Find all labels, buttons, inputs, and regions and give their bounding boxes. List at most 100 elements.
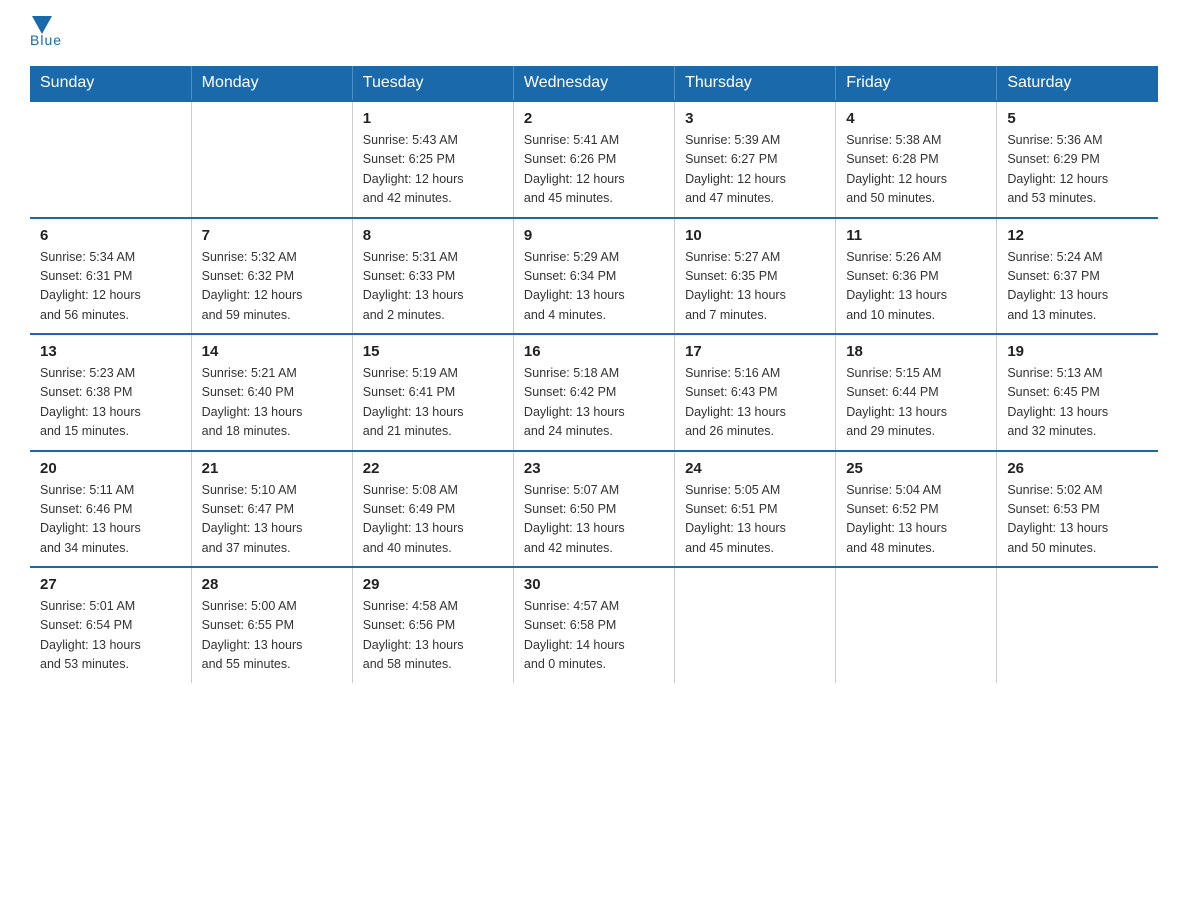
day-number: 20 [40, 460, 181, 477]
calendar-cell: 30 Sunrise: 4:57 AM Sunset: 6:58 PM Dayli… [513, 567, 674, 683]
day-number: 9 [524, 227, 664, 244]
calendar-week-row: 27 Sunrise: 5:01 AM Sunset: 6:54 PM Dayli… [30, 567, 1158, 683]
day-number: 17 [685, 343, 825, 360]
weekday-header-row: SundayMondayTuesdayWednesdayThursdayFrid… [30, 66, 1158, 101]
calendar-cell: 14 Sunrise: 5:21 AM Sunset: 6:40 PM Dayli… [191, 334, 352, 451]
day-number: 19 [1007, 343, 1148, 360]
day-number: 3 [685, 110, 825, 127]
day-info: Sunrise: 5:05 AM Sunset: 6:51 PM Dayligh… [685, 481, 825, 559]
weekday-header-wednesday: Wednesday [513, 66, 674, 101]
day-info: Sunrise: 5:34 AM Sunset: 6:31 PM Dayligh… [40, 248, 181, 326]
day-number: 22 [363, 460, 503, 477]
day-info: Sunrise: 4:58 AM Sunset: 6:56 PM Dayligh… [363, 597, 503, 675]
calendar-cell: 20 Sunrise: 5:11 AM Sunset: 6:46 PM Dayli… [30, 451, 191, 568]
day-number: 11 [846, 227, 986, 244]
calendar-cell: 10 Sunrise: 5:27 AM Sunset: 6:35 PM Dayli… [675, 218, 836, 335]
day-number: 14 [202, 343, 342, 360]
calendar-cell: 19 Sunrise: 5:13 AM Sunset: 6:45 PM Dayli… [997, 334, 1158, 451]
calendar-cell: 8 Sunrise: 5:31 AM Sunset: 6:33 PM Daylig… [352, 218, 513, 335]
day-info: Sunrise: 5:18 AM Sunset: 6:42 PM Dayligh… [524, 364, 664, 442]
weekday-header-tuesday: Tuesday [352, 66, 513, 101]
day-number: 21 [202, 460, 342, 477]
calendar-cell [997, 567, 1158, 683]
day-info: Sunrise: 5:10 AM Sunset: 6:47 PM Dayligh… [202, 481, 342, 559]
calendar-cell: 6 Sunrise: 5:34 AM Sunset: 6:31 PM Daylig… [30, 218, 191, 335]
calendar-week-row: 20 Sunrise: 5:11 AM Sunset: 6:46 PM Dayli… [30, 451, 1158, 568]
calendar-cell: 11 Sunrise: 5:26 AM Sunset: 6:36 PM Dayli… [836, 218, 997, 335]
day-info: Sunrise: 5:15 AM Sunset: 6:44 PM Dayligh… [846, 364, 986, 442]
day-number: 1 [363, 110, 503, 127]
day-info: Sunrise: 5:01 AM Sunset: 6:54 PM Dayligh… [40, 597, 181, 675]
calendar-cell: 1Sunrise: 5:43 AM Sunset: 6:25 PM Daylig… [352, 101, 513, 218]
calendar-cell: 22 Sunrise: 5:08 AM Sunset: 6:49 PM Dayli… [352, 451, 513, 568]
day-number: 12 [1007, 227, 1148, 244]
calendar-cell: 23Sunrise: 5:07 AM Sunset: 6:50 PM Dayli… [513, 451, 674, 568]
calendar-cell [836, 567, 997, 683]
calendar-cell: 25Sunrise: 5:04 AM Sunset: 6:52 PM Dayli… [836, 451, 997, 568]
day-info: Sunrise: 5:27 AM Sunset: 6:35 PM Dayligh… [685, 248, 825, 326]
day-number: 5 [1007, 110, 1148, 127]
calendar-cell: 18 Sunrise: 5:15 AM Sunset: 6:44 PM Dayli… [836, 334, 997, 451]
day-info: Sunrise: 5:26 AM Sunset: 6:36 PM Dayligh… [846, 248, 986, 326]
day-number: 2 [524, 110, 664, 127]
logo-subtitle: Blue [30, 32, 62, 48]
calendar-week-row: 1Sunrise: 5:43 AM Sunset: 6:25 PM Daylig… [30, 101, 1158, 218]
day-number: 4 [846, 110, 986, 127]
day-info: Sunrise: 5:38 AM Sunset: 6:28 PM Dayligh… [846, 131, 986, 209]
calendar-cell: 7Sunrise: 5:32 AM Sunset: 6:32 PM Daylig… [191, 218, 352, 335]
day-number: 8 [363, 227, 503, 244]
calendar-cell: 24 Sunrise: 5:05 AM Sunset: 6:51 PM Dayli… [675, 451, 836, 568]
day-info: Sunrise: 5:07 AM Sunset: 6:50 PM Dayligh… [524, 481, 664, 559]
day-number: 26 [1007, 460, 1148, 477]
day-number: 27 [40, 576, 181, 593]
day-info: Sunrise: 5:29 AM Sunset: 6:34 PM Dayligh… [524, 248, 664, 326]
calendar-cell [30, 101, 191, 218]
calendar-cell: 27 Sunrise: 5:01 AM Sunset: 6:54 PM Dayli… [30, 567, 191, 683]
calendar-cell: 16 Sunrise: 5:18 AM Sunset: 6:42 PM Dayli… [513, 334, 674, 451]
day-info: Sunrise: 5:19 AM Sunset: 6:41 PM Dayligh… [363, 364, 503, 442]
weekday-header-thursday: Thursday [675, 66, 836, 101]
day-info: Sunrise: 5:13 AM Sunset: 6:45 PM Dayligh… [1007, 364, 1148, 442]
calendar-cell: 29 Sunrise: 4:58 AM Sunset: 6:56 PM Dayli… [352, 567, 513, 683]
page-header: Blue [30, 20, 1158, 48]
day-number: 30 [524, 576, 664, 593]
day-number: 10 [685, 227, 825, 244]
day-number: 6 [40, 227, 181, 244]
day-info: Sunrise: 5:24 AM Sunset: 6:37 PM Dayligh… [1007, 248, 1148, 326]
day-info: Sunrise: 5:39 AM Sunset: 6:27 PM Dayligh… [685, 131, 825, 209]
day-info: Sunrise: 5:32 AM Sunset: 6:32 PM Dayligh… [202, 248, 342, 326]
day-number: 16 [524, 343, 664, 360]
day-info: Sunrise: 5:21 AM Sunset: 6:40 PM Dayligh… [202, 364, 342, 442]
day-info: Sunrise: 5:04 AM Sunset: 6:52 PM Dayligh… [846, 481, 986, 559]
calendar-week-row: 6 Sunrise: 5:34 AM Sunset: 6:31 PM Daylig… [30, 218, 1158, 335]
calendar-cell: 28 Sunrise: 5:00 AM Sunset: 6:55 PM Dayli… [191, 567, 352, 683]
day-number: 24 [685, 460, 825, 477]
calendar-cell: 21 Sunrise: 5:10 AM Sunset: 6:47 PM Dayli… [191, 451, 352, 568]
calendar-cell: 9 Sunrise: 5:29 AM Sunset: 6:34 PM Daylig… [513, 218, 674, 335]
calendar-cell [675, 567, 836, 683]
day-info: Sunrise: 5:31 AM Sunset: 6:33 PM Dayligh… [363, 248, 503, 326]
calendar-cell: 12 Sunrise: 5:24 AM Sunset: 6:37 PM Dayli… [997, 218, 1158, 335]
day-info: Sunrise: 5:11 AM Sunset: 6:46 PM Dayligh… [40, 481, 181, 559]
calendar-cell: 13 Sunrise: 5:23 AM Sunset: 6:38 PM Dayli… [30, 334, 191, 451]
day-info: Sunrise: 5:41 AM Sunset: 6:26 PM Dayligh… [524, 131, 664, 209]
day-number: 28 [202, 576, 342, 593]
calendar-cell: 2 Sunrise: 5:41 AM Sunset: 6:26 PM Daylig… [513, 101, 674, 218]
day-number: 18 [846, 343, 986, 360]
day-info: Sunrise: 5:08 AM Sunset: 6:49 PM Dayligh… [363, 481, 503, 559]
weekday-header-sunday: Sunday [30, 66, 191, 101]
calendar-table: SundayMondayTuesdayWednesdayThursdayFrid… [30, 66, 1158, 683]
day-info: Sunrise: 5:00 AM Sunset: 6:55 PM Dayligh… [202, 597, 342, 675]
day-info: Sunrise: 4:57 AM Sunset: 6:58 PM Dayligh… [524, 597, 664, 675]
calendar-cell: 4 Sunrise: 5:38 AM Sunset: 6:28 PM Daylig… [836, 101, 997, 218]
day-number: 13 [40, 343, 181, 360]
calendar-cell: 5 Sunrise: 5:36 AM Sunset: 6:29 PM Daylig… [997, 101, 1158, 218]
day-info: Sunrise: 5:36 AM Sunset: 6:29 PM Dayligh… [1007, 131, 1148, 209]
day-number: 29 [363, 576, 503, 593]
weekday-header-friday: Friday [836, 66, 997, 101]
calendar-week-row: 13 Sunrise: 5:23 AM Sunset: 6:38 PM Dayli… [30, 334, 1158, 451]
calendar-cell: 17Sunrise: 5:16 AM Sunset: 6:43 PM Dayli… [675, 334, 836, 451]
day-number: 15 [363, 343, 503, 360]
day-info: Sunrise: 5:23 AM Sunset: 6:38 PM Dayligh… [40, 364, 181, 442]
calendar-cell: 15 Sunrise: 5:19 AM Sunset: 6:41 PM Dayli… [352, 334, 513, 451]
